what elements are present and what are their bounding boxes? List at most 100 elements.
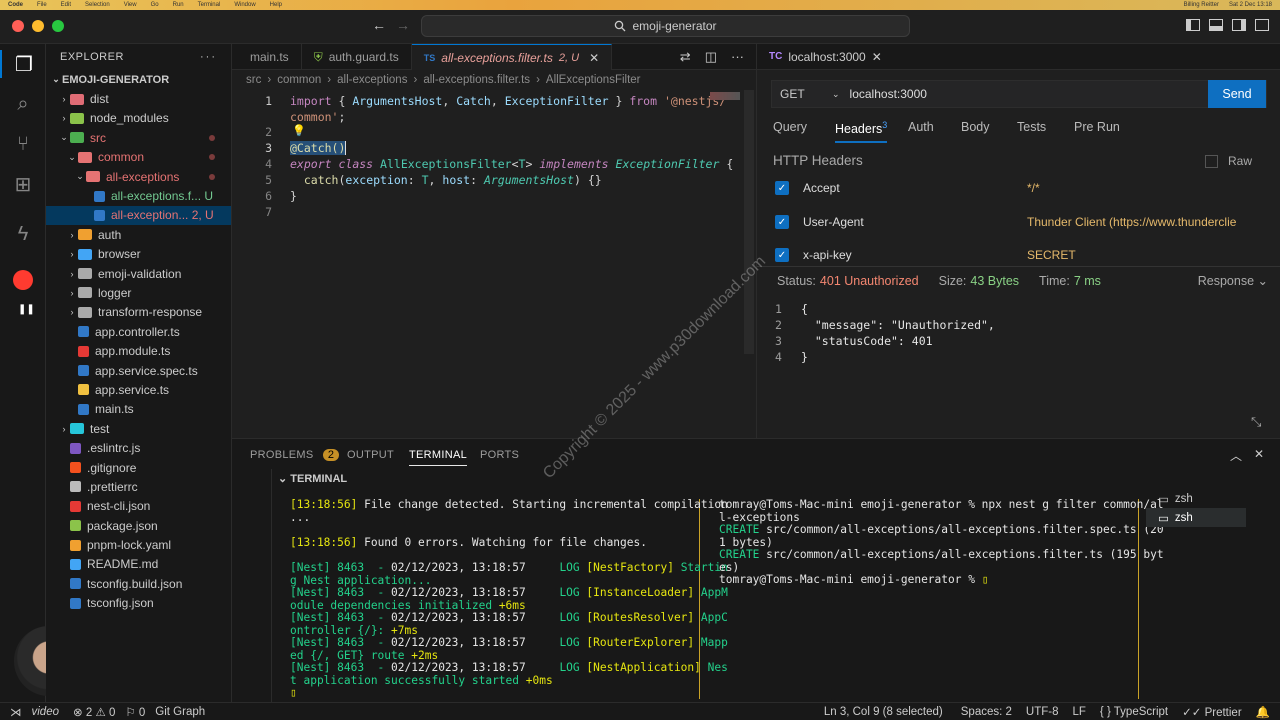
tree-item--prettierrc[interactable]: .prettierrc xyxy=(46,477,231,496)
tree-item-readme-md[interactable]: README.md xyxy=(46,555,231,574)
recording-stop-icon[interactable] xyxy=(13,270,33,290)
terminal-right[interactable]: tomray@Toms-Mac-mini emoji-generator % n… xyxy=(719,498,1164,699)
compare-icon[interactable]: ⇄ xyxy=(680,49,691,65)
menu-selection[interactable]: Selection xyxy=(85,2,110,8)
breadcrumb-item[interactable]: all-exceptions xyxy=(337,74,407,90)
tab-auth-guard[interactable]: ⛨ auth.guard.ts xyxy=(302,44,412,70)
menu-edit[interactable]: Edit xyxy=(61,2,71,8)
recording-pause-icon[interactable]: ❚❚ xyxy=(18,304,35,315)
status-encoding[interactable]: UTF-8 xyxy=(1026,706,1059,718)
method-select[interactable]: GET xyxy=(772,87,832,101)
tree-item-src[interactable]: ⌄ src xyxy=(46,128,231,147)
tree-item-app-service-ts[interactable]: app.service.ts xyxy=(46,380,231,399)
customize-layout-icon[interactable] xyxy=(1255,19,1269,31)
tree-item-browser[interactable]: › browser xyxy=(46,245,231,264)
tree-item-main-ts[interactable]: main.ts xyxy=(46,400,231,419)
tree-item-tsconfig-build-json[interactable]: tsconfig.build.json xyxy=(46,574,231,593)
more-actions-icon[interactable]: ··· xyxy=(200,51,217,63)
zoom-window-button[interactable] xyxy=(52,20,64,32)
header-value[interactable]: */* xyxy=(1027,181,1040,195)
breadcrumb-item[interactable]: all-exceptions.filter.ts xyxy=(423,74,530,90)
notifications-icon[interactable]: 🔔 xyxy=(1256,705,1270,719)
header-key[interactable]: User-Agent xyxy=(803,215,1027,229)
tree-item-auth[interactable]: › auth xyxy=(46,225,231,244)
status-errors[interactable]: ⊗ 2 ⚠ 0 xyxy=(73,705,115,719)
terminal-list-item[interactable]: ▭ zsh xyxy=(1146,508,1246,527)
status-video[interactable]: video xyxy=(32,706,60,718)
close-icon[interactable]: ✕ xyxy=(872,50,882,64)
tree-item-all-exceptions-f-u[interactable]: all-exceptions.f... U xyxy=(46,186,231,205)
response-menu[interactable]: Response ⌄ xyxy=(1198,273,1268,288)
tree-item-app-service-spec-ts[interactable]: app.service.spec.ts xyxy=(46,361,231,380)
tree-item--eslintrc-js[interactable]: .eslintrc.js xyxy=(46,438,231,457)
workspace-root[interactable]: ⌄ EMOJI-GENERATOR xyxy=(46,70,231,89)
code-editor[interactable]: 1 2 3 4 5 6 7 import { ArgumentsHost, Ca… xyxy=(232,90,756,438)
tab-localhost[interactable]: TC localhost:3000 ✕ xyxy=(757,44,894,70)
more-actions-icon[interactable]: ··· xyxy=(731,49,744,64)
tree-item-all-exception-2-u[interactable]: all-exception... 2, U xyxy=(46,205,231,226)
send-button[interactable]: Send xyxy=(1208,80,1266,108)
breadcrumb-item[interactable]: common xyxy=(277,74,321,90)
minimap[interactable] xyxy=(710,92,740,100)
header-enabled-checkbox[interactable]: ✓ xyxy=(775,248,789,262)
raw-checkbox[interactable] xyxy=(1205,154,1218,168)
tab-main-ts[interactable]: main.ts xyxy=(232,44,302,70)
tree-item-package-json[interactable]: package.json xyxy=(46,516,231,535)
url-input[interactable]: localhost:3000 xyxy=(850,87,927,101)
tab-pre-run[interactable]: Pre Run xyxy=(1074,120,1120,134)
close-panel-icon[interactable]: ✕ xyxy=(1254,447,1264,461)
forward-arrow-icon[interactable]: → xyxy=(396,17,410,33)
status-language[interactable]: { } TypeScript xyxy=(1100,706,1168,718)
tree-item-common[interactable]: ⌄ common xyxy=(46,148,231,167)
status-indent[interactable]: Spaces: 2 xyxy=(961,706,1012,718)
tree-item-nest-cli-json[interactable]: nest-cli.json xyxy=(46,497,231,516)
tab-ports[interactable]: PORTS xyxy=(480,449,519,461)
header-enabled-checkbox[interactable]: ✓ xyxy=(775,215,789,229)
status-prettier[interactable]: ✓✓ Prettier xyxy=(1182,705,1242,719)
minimize-window-button[interactable] xyxy=(32,20,44,32)
tree-item-test[interactable]: › test xyxy=(46,419,231,438)
close-window-button[interactable] xyxy=(12,20,24,32)
header-value[interactable]: SECRET xyxy=(1027,248,1076,262)
menu-file[interactable]: File xyxy=(37,2,47,8)
tree-item-transform-response[interactable]: › transform-response xyxy=(46,303,231,322)
tab-query[interactable]: Query xyxy=(773,120,807,134)
tree-item-app-controller-ts[interactable]: app.controller.ts xyxy=(46,322,231,341)
tab-output[interactable]: OUTPUT xyxy=(347,449,394,461)
tab-auth[interactable]: Auth xyxy=(908,120,934,134)
terminal-left[interactable]: [13:18:56] File change detected. Startin… xyxy=(290,498,728,699)
source-control-icon[interactable]: ⑂ xyxy=(9,130,37,158)
menu-window[interactable]: Window xyxy=(234,2,255,8)
tree-item--gitignore[interactable]: .gitignore xyxy=(46,458,231,477)
header-value[interactable]: Thunder Client (https://www.thunderclie xyxy=(1027,215,1239,229)
menu-app[interactable]: Code xyxy=(8,2,23,8)
tab-problems[interactable]: PROBLEMS 2 xyxy=(250,449,340,461)
tree-item-dist[interactable]: › dist xyxy=(46,89,231,108)
header-key[interactable]: Accept xyxy=(803,181,1027,195)
split-editor-icon[interactable]: ◫ xyxy=(705,49,717,65)
menu-view[interactable]: View xyxy=(124,2,137,8)
tab-terminal[interactable]: TERMINAL xyxy=(409,449,468,466)
tree-item-app-module-ts[interactable]: app.module.ts xyxy=(46,341,231,360)
tab-all-exceptions-filter[interactable]: TS all-exceptions.filter.ts 2, U ✕ xyxy=(411,44,613,70)
header-enabled-checkbox[interactable]: ✓ xyxy=(775,181,789,195)
raw-toggle[interactable]: Raw xyxy=(1205,154,1252,168)
maximize-panel-icon[interactable]: ︿ xyxy=(1230,447,1242,464)
toggle-sidebar-icon[interactable] xyxy=(1186,19,1200,31)
menu-go[interactable]: Go xyxy=(151,2,159,8)
status-eol[interactable]: LF xyxy=(1073,706,1086,718)
close-icon[interactable]: ✕ xyxy=(589,51,599,65)
status-position[interactable]: Ln 3, Col 9 (8 selected) xyxy=(824,706,943,718)
header-key[interactable]: x-api-key xyxy=(803,248,1027,262)
breadcrumb-item[interactable]: AllExceptionsFilter xyxy=(546,74,641,90)
toggle-secondary-sidebar-icon[interactable] xyxy=(1232,19,1246,31)
toggle-panel-icon[interactable] xyxy=(1209,19,1223,31)
tree-item-pnpm-lock-yaml[interactable]: pnpm-lock.yaml xyxy=(46,535,231,554)
back-arrow-icon[interactable]: ← xyxy=(372,17,386,33)
explorer-icon[interactable]: ❐ xyxy=(0,50,46,78)
tree-item-emoji-validation[interactable]: › emoji-validation xyxy=(46,264,231,283)
command-center-search[interactable]: emoji-generator xyxy=(421,15,910,37)
resize-icon[interactable]: ⤡ xyxy=(1251,414,1261,430)
terminal-list-item[interactable]: ▭ zsh xyxy=(1146,489,1246,508)
tab-tests[interactable]: Tests xyxy=(1017,120,1046,134)
